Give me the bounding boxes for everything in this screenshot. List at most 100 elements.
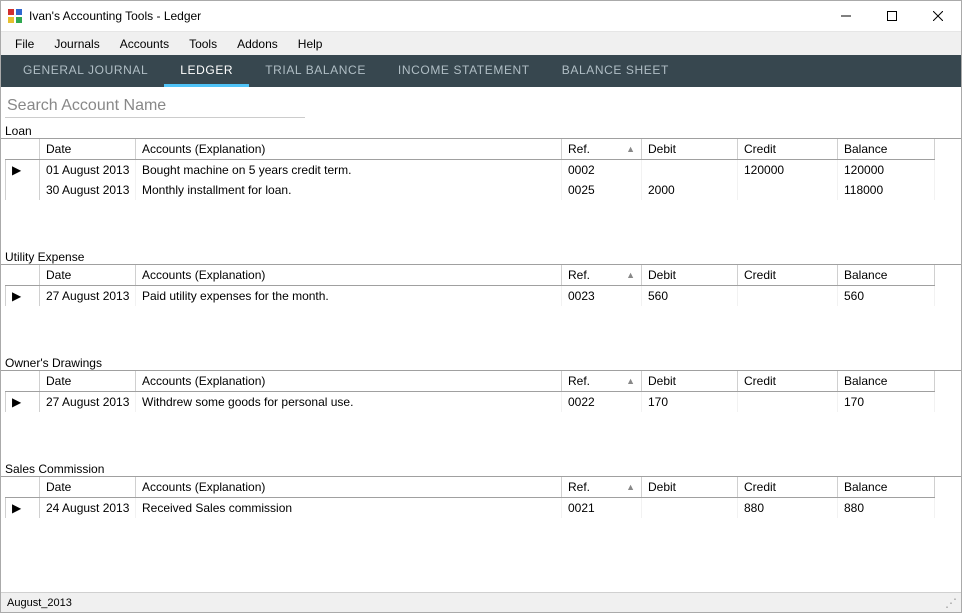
column-debit[interactable]: Debit [642, 477, 738, 498]
column-debit[interactable]: Debit [642, 371, 738, 392]
cell-balance: 118000 [838, 180, 935, 200]
ledger-table: DateAccounts (Explanation)Ref.▲DebitCred… [5, 371, 935, 412]
tabbar: GENERAL JOURNALLEDGERTRIAL BALANCEINCOME… [1, 55, 961, 87]
column-credit[interactable]: Credit [738, 265, 838, 286]
content-scroll[interactable]: LoanDateAccounts (Explanation)Ref.▲Debit… [1, 122, 961, 592]
menu-item-file[interactable]: File [5, 34, 44, 54]
statusbar: August_2013 ⋰ [1, 592, 961, 612]
column-explanation[interactable]: Accounts (Explanation) [136, 139, 562, 160]
row-indicator-icon: ▶ [6, 498, 40, 519]
table-row[interactable]: ▶27 August 2013Paid utility expenses for… [6, 286, 935, 307]
account-group: Sales CommissionDateAccounts (Explanatio… [1, 460, 961, 518]
cell-debit: 2000 [642, 180, 738, 200]
table-row[interactable]: 30 August 2013Monthly installment for lo… [6, 180, 935, 200]
cell-date: 27 August 2013 [40, 392, 136, 413]
cell-date: 01 August 2013 [40, 160, 136, 181]
tab-balance-sheet[interactable]: BALANCE SHEET [546, 55, 685, 87]
window-controls [823, 1, 961, 31]
menu-item-accounts[interactable]: Accounts [110, 34, 179, 54]
row-header[interactable] [6, 477, 40, 498]
menu-item-journals[interactable]: Journals [44, 34, 109, 54]
table-row[interactable]: ▶27 August 2013Withdrew some goods for p… [6, 392, 935, 413]
account-title: Loan [1, 122, 961, 139]
column-explanation[interactable]: Accounts (Explanation) [136, 265, 562, 286]
cell-balance: 120000 [838, 160, 935, 181]
cell-credit [738, 392, 838, 413]
cell-explanation: Monthly installment for loan. [136, 180, 562, 200]
search-input[interactable] [5, 95, 305, 118]
column-date[interactable]: Date [40, 371, 136, 392]
tab-trial-balance[interactable]: TRIAL BALANCE [249, 55, 382, 87]
table-row[interactable]: ▶24 August 2013Received Sales commission… [6, 498, 935, 519]
app-icon [7, 8, 23, 24]
menu-item-addons[interactable]: Addons [227, 34, 288, 54]
column-ref[interactable]: Ref.▲ [562, 139, 642, 160]
cell-ref: 0002 [562, 160, 642, 181]
menu-item-tools[interactable]: Tools [179, 34, 227, 54]
column-date[interactable]: Date [40, 139, 136, 160]
column-ref[interactable]: Ref.▲ [562, 265, 642, 286]
column-credit[interactable]: Credit [738, 477, 838, 498]
maximize-button[interactable] [869, 1, 915, 31]
sort-asc-icon: ▲ [626, 376, 635, 386]
row-indicator-icon: ▶ [6, 286, 40, 307]
ledger-table: DateAccounts (Explanation)Ref.▲DebitCred… [5, 477, 935, 518]
cell-date: 24 August 2013 [40, 498, 136, 519]
row-header[interactable] [6, 139, 40, 160]
cell-explanation: Bought machine on 5 years credit term. [136, 160, 562, 181]
titlebar: Ivan's Accounting Tools - Ledger [1, 1, 961, 31]
account-group: Owner's DrawingsDateAccounts (Explanatio… [1, 354, 961, 412]
status-text: August_2013 [7, 597, 72, 609]
ledger-table: DateAccounts (Explanation)Ref.▲DebitCred… [5, 139, 935, 200]
column-balance[interactable]: Balance [838, 371, 935, 392]
sort-asc-icon: ▲ [626, 482, 635, 492]
row-header[interactable] [6, 265, 40, 286]
row-header[interactable] [6, 371, 40, 392]
column-balance[interactable]: Balance [838, 477, 935, 498]
cell-balance: 560 [838, 286, 935, 307]
column-explanation[interactable]: Accounts (Explanation) [136, 477, 562, 498]
row-indicator-icon: ▶ [6, 392, 40, 413]
column-ref[interactable]: Ref.▲ [562, 477, 642, 498]
cell-explanation: Withdrew some goods for personal use. [136, 392, 562, 413]
column-credit[interactable]: Credit [738, 371, 838, 392]
cell-ref: 0025 [562, 180, 642, 200]
window-title: Ivan's Accounting Tools - Ledger [29, 9, 823, 23]
cell-debit: 560 [642, 286, 738, 307]
close-button[interactable] [915, 1, 961, 31]
resize-grip-icon[interactable]: ⋰ [945, 596, 955, 610]
menu-item-help[interactable]: Help [288, 34, 333, 54]
cell-credit [738, 180, 838, 200]
tab-income-statement[interactable]: INCOME STATEMENT [382, 55, 546, 87]
cell-balance: 170 [838, 392, 935, 413]
menubar: FileJournalsAccountsToolsAddonsHelp [1, 31, 961, 55]
column-debit[interactable]: Debit [642, 265, 738, 286]
cell-credit: 880 [738, 498, 838, 519]
cell-explanation: Paid utility expenses for the month. [136, 286, 562, 307]
column-explanation[interactable]: Accounts (Explanation) [136, 371, 562, 392]
account-group: Utility ExpenseDateAccounts (Explanation… [1, 248, 961, 306]
tab-ledger[interactable]: LEDGER [164, 55, 249, 87]
column-debit[interactable]: Debit [642, 139, 738, 160]
table-row[interactable]: ▶01 August 2013Bought machine on 5 years… [6, 160, 935, 181]
account-title: Utility Expense [1, 248, 961, 265]
column-ref[interactable]: Ref.▲ [562, 371, 642, 392]
column-date[interactable]: Date [40, 477, 136, 498]
row-indicator-icon [6, 180, 40, 200]
account-title: Owner's Drawings [1, 354, 961, 371]
column-balance[interactable]: Balance [838, 265, 935, 286]
minimize-button[interactable] [823, 1, 869, 31]
column-credit[interactable]: Credit [738, 139, 838, 160]
cell-ref: 0023 [562, 286, 642, 307]
row-indicator-icon: ▶ [6, 160, 40, 181]
search-row [1, 87, 961, 122]
column-date[interactable]: Date [40, 265, 136, 286]
column-balance[interactable]: Balance [838, 139, 935, 160]
cell-credit: 120000 [738, 160, 838, 181]
cell-credit [738, 286, 838, 307]
app-window: Ivan's Accounting Tools - Ledger FileJou… [0, 0, 962, 613]
sort-asc-icon: ▲ [626, 270, 635, 280]
tab-general-journal[interactable]: GENERAL JOURNAL [7, 55, 164, 87]
account-group: LoanDateAccounts (Explanation)Ref.▲Debit… [1, 122, 961, 200]
ledger-table: DateAccounts (Explanation)Ref.▲DebitCred… [5, 265, 935, 306]
